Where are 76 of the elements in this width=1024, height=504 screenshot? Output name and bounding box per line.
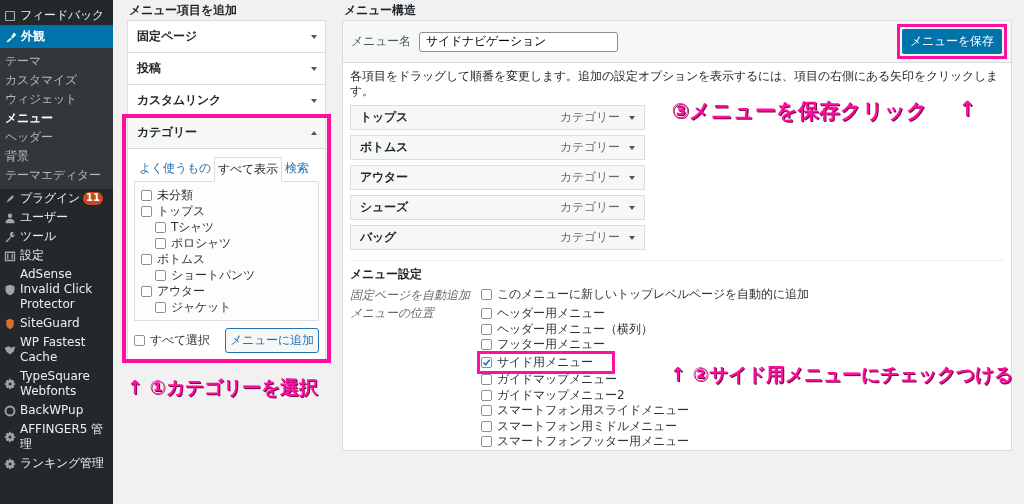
sidebar-item[interactable]: ユーザー xyxy=(0,208,113,227)
submenu-item[interactable]: カスタマイズ xyxy=(0,71,113,90)
section-heading: メニュー設定 xyxy=(350,266,423,283)
menu-item-title: トップス xyxy=(360,109,408,126)
tab[interactable]: すべて表示 xyxy=(214,157,282,182)
accordion-header[interactable]: カテゴリー xyxy=(128,117,325,149)
sidebar-item[interactable]: BackWPup xyxy=(0,401,113,420)
annotation-text: ↑ ②サイド用メニューにチェックつける xyxy=(670,362,1013,387)
checkbox-label: ガイドマップメニュー xyxy=(497,371,617,389)
instruction-text: 各項目をドラッグして順番を変更します。追加の設定オプションを表示するには、項目の右側にある矢印をクリックします。 xyxy=(350,69,999,99)
sidebar-item[interactable]: TypeSquare Webfonts xyxy=(0,367,113,401)
field-label: メニュー名 xyxy=(351,33,411,50)
field-label: メニューの位置 xyxy=(350,305,436,322)
checkbox-label: 未分類 xyxy=(157,186,193,204)
checkbox-label: スマートフォン用ミドルメニュー xyxy=(497,417,677,435)
menu-item-title: アウター xyxy=(360,169,408,186)
submenu-item[interactable]: 背景 xyxy=(0,147,113,166)
sidebar-item[interactable]: 設定 xyxy=(0,246,113,265)
checkbox-label: ガイドマップメニュー2 xyxy=(497,386,625,404)
section-heading: メニュー構造 xyxy=(344,2,417,17)
menu-item-bar[interactable]: シューズ カテゴリー xyxy=(350,195,645,220)
add-to-menu-button[interactable]: メニューに追加 xyxy=(225,328,319,353)
submenu-item[interactable]: ウィジェット xyxy=(0,90,113,109)
arrow-annotation: ↑ xyxy=(958,97,976,123)
menu-item-bar[interactable]: トップス カテゴリー xyxy=(350,105,645,130)
menu-item-type: カテゴリー xyxy=(560,169,620,186)
sidebar-item[interactable]: フィードバック xyxy=(0,6,113,25)
checkbox-label: アウター xyxy=(157,282,205,300)
menu-item-title: ボトムス xyxy=(360,139,408,156)
menu-item-type: カテゴリー xyxy=(560,109,620,126)
checkbox-label: ポロシャツ xyxy=(171,234,231,252)
submenu-item[interactable]: メニュー xyxy=(0,109,113,128)
menu-name-field[interactable]: サイドナビゲーション xyxy=(419,31,618,52)
save-menu-button[interactable]: メニューを保存 xyxy=(902,29,1002,54)
checkbox-label: フッター用メニュー xyxy=(497,336,605,354)
checkbox-label: ヘッダー用メニュー（横列） xyxy=(497,320,653,338)
checkbox-label: すべて選択 xyxy=(150,332,210,349)
accordion-header[interactable]: カスタムリンク xyxy=(128,85,325,116)
checkbox-label: トップス xyxy=(157,202,205,220)
sidebar-item[interactable]: AFFINGER5 管理 xyxy=(0,420,113,454)
menu-item-bar[interactable]: バッグ カテゴリー xyxy=(350,225,645,250)
submenu-item[interactable]: テーマ xyxy=(0,52,113,71)
sidebar-item[interactable]: 外観 xyxy=(0,25,113,48)
checkbox-label: このメニューに新しいトップレベルページを自動的に追加 xyxy=(497,285,809,303)
annotation-text: ↑ ①カテゴリーを選択 xyxy=(127,375,319,400)
checkbox-label: サイド用メニュー xyxy=(497,353,593,371)
sidebar-item[interactable]: ランキング管理 xyxy=(0,454,113,473)
tab[interactable]: よく使うもの xyxy=(136,157,214,181)
sidebar-item[interactable]: SiteGuard xyxy=(0,314,113,333)
menu-item-bar[interactable]: ボトムス カテゴリー xyxy=(350,135,645,160)
sidebar-item[interactable]: プラグイン 11 xyxy=(0,189,113,208)
sidebar-item[interactable]: AdSense Invalid Click Protector xyxy=(0,265,113,314)
checkbox-label: スマートフォン用スライドメニュー xyxy=(497,402,689,420)
checkbox-label: Tシャツ xyxy=(171,218,215,236)
menu-item-title: バッグ xyxy=(360,229,396,246)
tab[interactable]: 検索 xyxy=(282,157,312,181)
sidebar-item[interactable]: ツール xyxy=(0,227,113,246)
field-label: 固定ページを自動追加 xyxy=(350,287,472,304)
checkbox-label: ヘッダー用メニュー xyxy=(497,305,605,323)
checkbox-label: ショートパンツ xyxy=(171,266,255,284)
menu-item-type: カテゴリー xyxy=(560,229,620,246)
menu-item-bar[interactable]: アウター カテゴリー xyxy=(350,165,645,190)
accordion-header[interactable]: 投稿 xyxy=(128,53,325,84)
checkbox-label: ジャケット xyxy=(171,298,231,316)
checkbox-label: スマートフォンフッター用メニュー xyxy=(497,433,689,451)
count-badge: 11 xyxy=(83,192,103,205)
menu-item-title: シューズ xyxy=(360,199,408,216)
annotation-text: ③メニューを保存クリック xyxy=(671,98,929,125)
section-heading: メニュー項目を追加 xyxy=(129,2,238,17)
submenu-item[interactable]: ヘッダー xyxy=(0,128,113,147)
checkbox-label: ボトムス xyxy=(157,250,205,268)
accordion-header[interactable]: 固定ページ xyxy=(128,21,325,52)
menu-item-type: カテゴリー xyxy=(560,199,620,216)
sidebar-item[interactable]: WP Fastest Cache xyxy=(0,333,113,367)
submenu-item[interactable]: テーマエディター xyxy=(0,166,113,185)
menu-item-type: カテゴリー xyxy=(560,139,620,156)
